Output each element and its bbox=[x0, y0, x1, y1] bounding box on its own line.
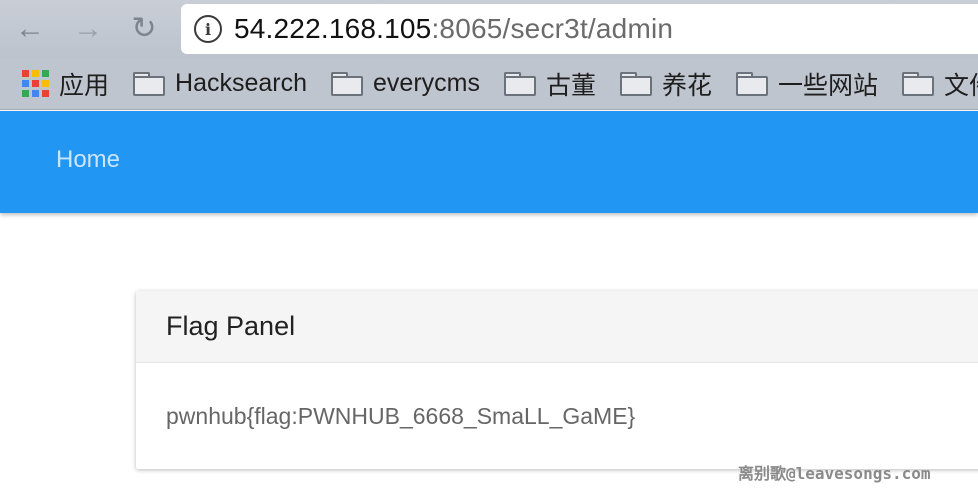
bookmark-hacksearch[interactable]: Hacksearch bbox=[133, 69, 307, 98]
bookmarks-bar: 应用 Hacksearch everycms 古董 养花 一些网站 文件 bbox=[0, 58, 978, 110]
folder-icon bbox=[736, 71, 769, 96]
forward-arrow-icon[interactable]: → bbox=[70, 12, 106, 46]
bookmark-label: 应用 bbox=[59, 71, 110, 100]
home-link[interactable]: Home bbox=[56, 146, 120, 174]
bookmark-label: 养花 bbox=[662, 71, 713, 100]
bookmark-files[interactable]: 文件 bbox=[902, 66, 978, 102]
bookmark-label: everycms bbox=[373, 69, 480, 97]
bookmark-websites[interactable]: 一些网站 bbox=[736, 66, 878, 102]
apps-grid-icon bbox=[22, 70, 49, 97]
bookmark-antiques[interactable]: 古董 bbox=[503, 66, 596, 102]
folder-icon bbox=[503, 71, 536, 96]
back-arrow-icon[interactable]: ← bbox=[12, 12, 48, 46]
bookmark-label: Hacksearch bbox=[175, 69, 308, 97]
watermark: 离别歌@leavesongs.com bbox=[738, 464, 931, 483]
panel-title: Flag Panel bbox=[136, 291, 978, 363]
address-bar[interactable]: i 54.222.168.105:8065/secr3t/admin bbox=[181, 4, 978, 54]
bookmark-everycms[interactable]: everycms bbox=[331, 69, 480, 98]
browser-toolbar: ← → ↻ i 54.222.168.105:8065/secr3t/admin bbox=[0, 0, 978, 58]
folder-icon bbox=[331, 71, 364, 96]
url-text[interactable]: 54.222.168.105:8065/secr3t/admin bbox=[234, 13, 673, 45]
bookmark-label: 古董 bbox=[545, 71, 596, 100]
flag-text: pwnhub{flag:PWNHUB_6668_SmaLL_GaME} bbox=[166, 403, 636, 429]
reload-icon[interactable]: ↻ bbox=[126, 12, 162, 46]
url-path: :8065/secr3t/admin bbox=[431, 13, 674, 44]
bookmark-flowers[interactable]: 养花 bbox=[620, 66, 712, 102]
bookmark-apps[interactable]: 应用 bbox=[22, 66, 109, 102]
folder-icon bbox=[133, 71, 166, 96]
folder-icon bbox=[902, 71, 935, 96]
bookmark-label: 一些网站 bbox=[778, 71, 879, 100]
url-host: 54.222.168.105 bbox=[234, 13, 432, 44]
flag-panel: Flag Panel pwnhub{flag:PWNHUB_6668_SmaLL… bbox=[136, 291, 978, 469]
bookmark-label: 文件 bbox=[944, 71, 978, 100]
folder-icon bbox=[620, 71, 652, 96]
info-icon[interactable]: i bbox=[194, 15, 222, 43]
site-navbar: Home bbox=[0, 111, 978, 213]
